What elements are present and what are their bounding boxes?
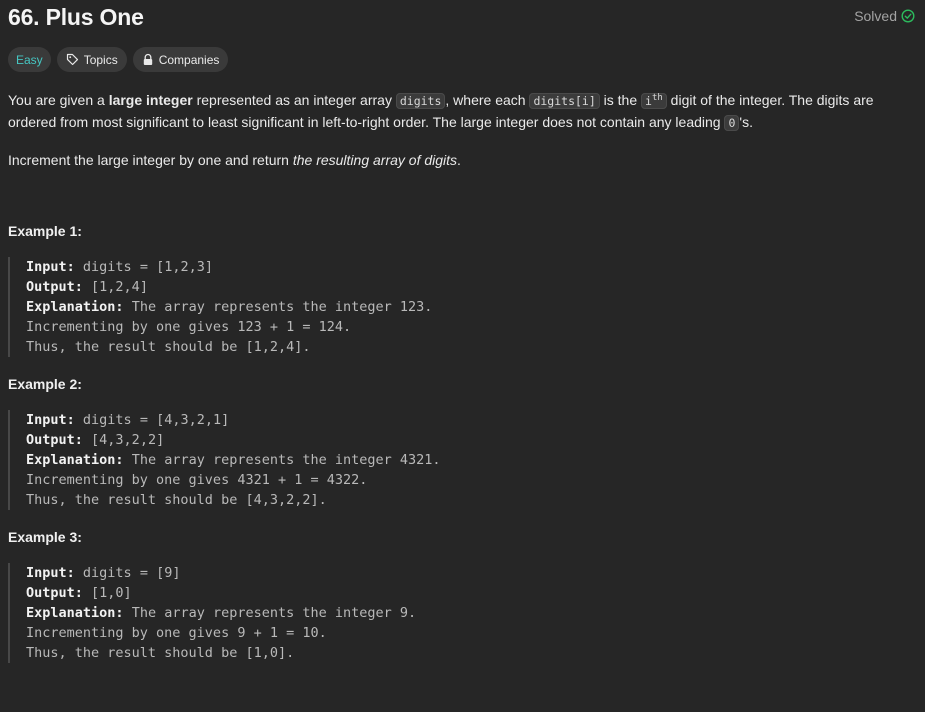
explanation-text: Incrementing by one gives 123 + 1 = 124. xyxy=(26,319,352,335)
superscript: th xyxy=(651,93,663,103)
text: 's. xyxy=(739,113,753,130)
check-circle-icon xyxy=(901,9,915,23)
output-label: Output: xyxy=(26,279,83,295)
example-box: Input: digits = [1,2,3] Output: [1,2,4] … xyxy=(8,257,913,357)
inline-code: digits[i] xyxy=(529,92,600,109)
output-value: [1,2,4] xyxy=(91,279,148,295)
explanation-text: Thus, the result should be [4,3,2,2]. xyxy=(26,492,327,508)
example-title: Example 2: xyxy=(8,376,82,392)
topics-button[interactable]: Topics xyxy=(56,47,127,72)
lock-icon xyxy=(142,53,154,66)
explanation-label: Explanation: xyxy=(26,452,124,468)
tag-icon xyxy=(66,53,79,66)
text: represented as an integer array xyxy=(192,91,396,108)
example-title: Example 3: xyxy=(8,529,82,545)
text: is the xyxy=(599,91,642,108)
output-label: Output: xyxy=(26,585,83,601)
topics-label: Topics xyxy=(83,52,118,67)
example-input: Input: digits = [9] xyxy=(26,563,913,583)
inline-code: 0 xyxy=(724,114,740,131)
example-output: Output: [1,2,4] xyxy=(26,277,913,297)
explanation-text: Incrementing by one gives 9 + 1 = 10. xyxy=(26,625,327,641)
example-box: Input: digits = [9] Output: [1,0] Explan… xyxy=(8,563,913,663)
output-label: Output: xyxy=(26,432,83,448)
description-paragraph: Increment the large integer by one and r… xyxy=(8,150,913,171)
text: , where each xyxy=(445,91,530,108)
problem-description: You are given a large integer represente… xyxy=(8,88,913,187)
tag-bar: Easy Topics Companies xyxy=(8,47,229,72)
input-label: Input: xyxy=(26,565,75,581)
input-value: digits = [4,3,2,1] xyxy=(82,412,230,428)
example-box: Input: digits = [4,3,2,1] Output: [4,3,2… xyxy=(8,410,913,510)
input-label: Input: xyxy=(26,412,75,428)
text: You are given a xyxy=(8,91,109,108)
text: Increment the large integer by one and r… xyxy=(8,151,293,168)
inline-code: ith xyxy=(641,92,667,109)
output-value: [4,3,2,2] xyxy=(91,432,165,448)
bold-text: large integer xyxy=(108,91,193,108)
explanation-text: The array represents the integer 4321. xyxy=(131,452,441,468)
companies-button[interactable]: Companies xyxy=(132,47,229,72)
text: . xyxy=(457,151,461,168)
difficulty-badge: Easy xyxy=(8,47,51,72)
example-title: Example 1: xyxy=(8,223,82,239)
input-value: digits = [9] xyxy=(82,565,181,581)
explanation-text: The array represents the integer 9. xyxy=(131,605,417,621)
problem-title: 66. Plus One xyxy=(8,4,144,30)
difficulty-label: Easy xyxy=(16,52,43,67)
explanation-label: Explanation: xyxy=(26,605,124,621)
explanation-text: Thus, the result should be [1,0]. xyxy=(26,645,295,661)
description-paragraph: You are given a large integer represente… xyxy=(8,88,913,134)
example-explanation: Explanation: The array represents the in… xyxy=(26,297,913,317)
italic-text: the resulting array of digits xyxy=(292,151,458,168)
code-text: i xyxy=(645,93,652,108)
companies-label: Companies xyxy=(158,52,220,67)
explanation-text: The array represents the integer 123. xyxy=(131,299,433,315)
example-input: Input: digits = [4,3,2,1] xyxy=(26,410,913,430)
solved-label: Solved xyxy=(854,8,897,24)
example-output: Output: [1,0] xyxy=(26,583,913,603)
example-input: Input: digits = [1,2,3] xyxy=(26,257,913,277)
solved-status: Solved xyxy=(854,8,915,24)
example-explanation: Explanation: The array represents the in… xyxy=(26,450,913,470)
explanation-label: Explanation: xyxy=(26,299,124,315)
inline-code: digits xyxy=(395,92,446,109)
output-value: [1,0] xyxy=(91,585,132,601)
explanation-text: Thus, the result should be [1,2,4]. xyxy=(26,339,311,355)
example-explanation: Explanation: The array represents the in… xyxy=(26,603,913,623)
explanation-text: Incrementing by one gives 4321 + 1 = 432… xyxy=(26,472,368,488)
example-output: Output: [4,3,2,2] xyxy=(26,430,913,450)
input-value: digits = [1,2,3] xyxy=(82,259,213,275)
input-label: Input: xyxy=(26,259,75,275)
problem-header: 66. Plus One Solved xyxy=(8,2,915,34)
